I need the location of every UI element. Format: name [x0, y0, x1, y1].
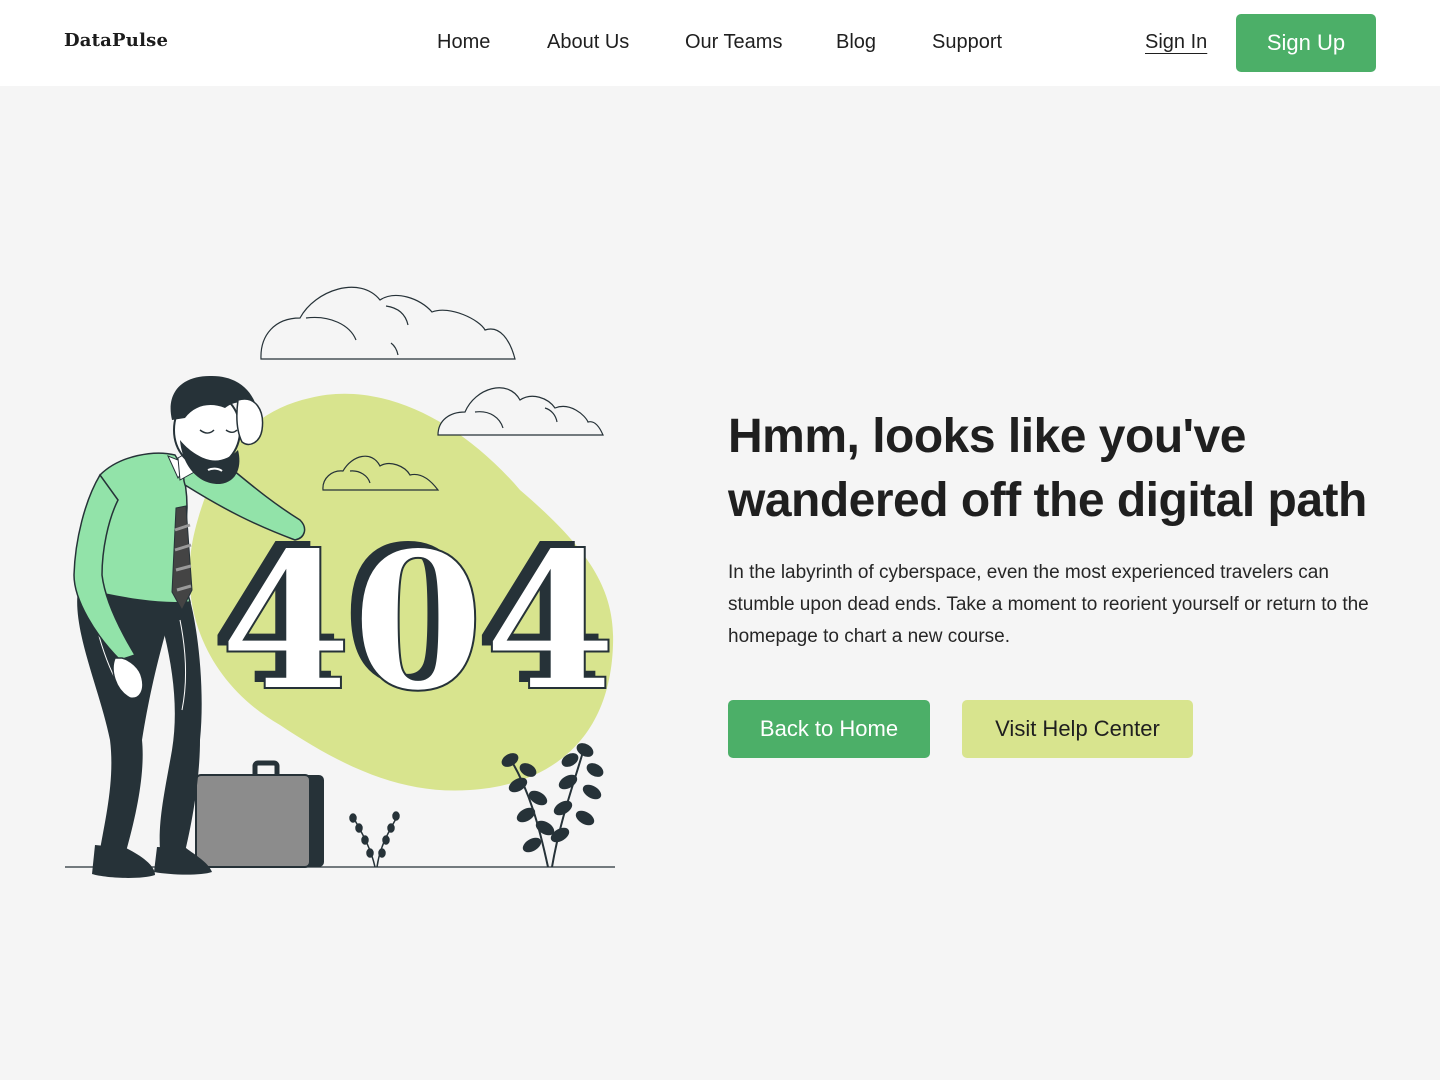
illustration-svg: 404 404 — [65, 286, 618, 878]
nav-link-about-us[interactable]: About Us — [547, 31, 629, 54]
nav-link-blog[interactable]: Blog — [836, 31, 876, 54]
cloud-icon — [437, 387, 604, 436]
briefcase-icon — [195, 760, 324, 868]
sign-in-link[interactable]: Sign In — [1145, 31, 1207, 54]
sign-up-button[interactable]: Sign Up — [1236, 14, 1376, 72]
nav-link-home[interactable]: Home — [437, 31, 490, 54]
error-code-404: 404 404 — [210, 504, 618, 734]
page-headline: Hmm, looks like you've wandered off the … — [728, 410, 1367, 527]
nav-link-our-teams[interactable]: Our Teams — [685, 31, 782, 54]
nav-link-support[interactable]: Support — [932, 31, 1002, 54]
error-illustration: 404 404 — [60, 270, 630, 890]
page-description: In the labyrinth of cyberspace, even the… — [728, 562, 1369, 647]
back-to-home-button[interactable]: Back to Home — [728, 700, 930, 758]
main-nav: Home About Us Our Teams Blog Support — [0, 31, 1440, 61]
visit-help-center-button[interactable]: Visit Help Center — [962, 700, 1193, 758]
error-code-text: 404 — [220, 510, 617, 733]
small-plant-icon — [349, 811, 400, 868]
navbar: DataPulse Home About Us Our Teams Blog S… — [0, 0, 1440, 86]
cloud-icon — [260, 286, 516, 360]
